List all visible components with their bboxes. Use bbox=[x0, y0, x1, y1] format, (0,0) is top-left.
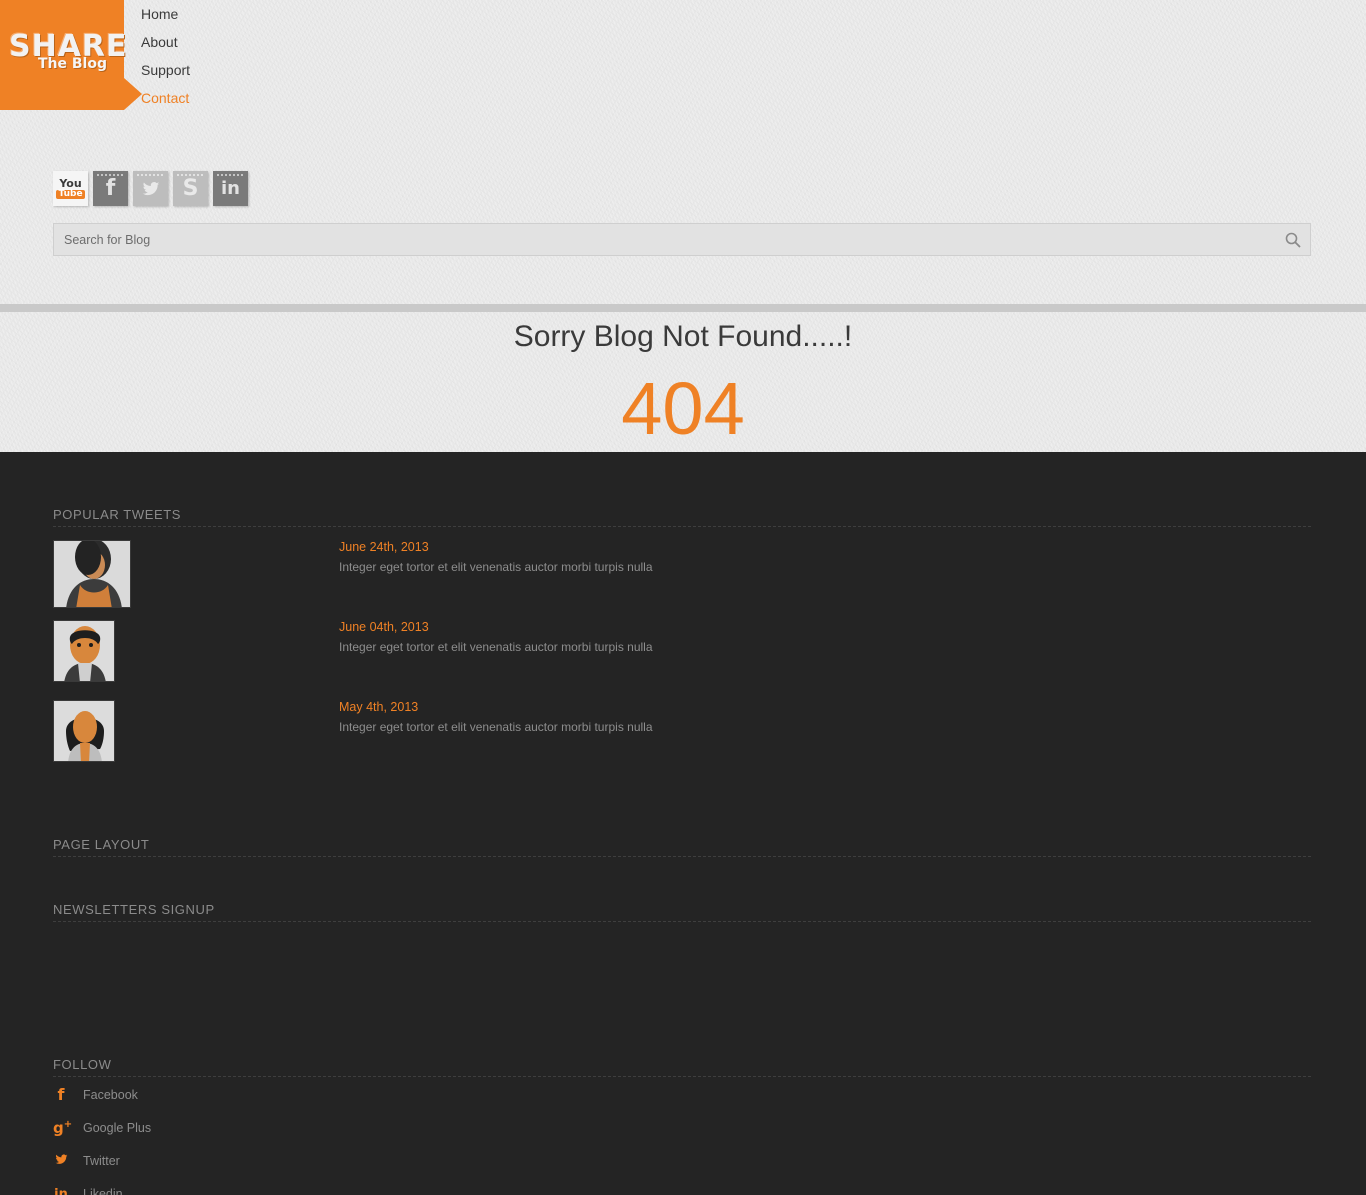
follow-item-google-plus[interactable]: g+ Google Plus bbox=[53, 1117, 151, 1139]
google-plus-icon: g+ bbox=[53, 1119, 73, 1137]
tweet-text: Integer eget tortor et elit venenatis au… bbox=[339, 560, 653, 574]
follow-label: Facebook bbox=[83, 1088, 138, 1102]
follow-rule bbox=[53, 1076, 1311, 1077]
facebook-glyph: f bbox=[105, 175, 116, 201]
perforation-decor bbox=[176, 174, 205, 176]
tweet-date[interactable]: May 4th, 2013 bbox=[339, 700, 653, 714]
tweet-body-2: June 04th, 2013 Integer eget tortor et e… bbox=[339, 620, 653, 654]
page-layout-rule bbox=[53, 856, 1311, 857]
avatar bbox=[53, 620, 115, 682]
twitter-icon[interactable] bbox=[133, 171, 168, 206]
not-found-code: 404 bbox=[621, 367, 745, 450]
site-logo[interactable]: SHARE The Blog bbox=[0, 0, 127, 110]
tweet-row-1: June 24th, 2013 Integer eget tortor et e… bbox=[53, 540, 1311, 608]
newsletter-rule bbox=[53, 921, 1311, 922]
nav-item-support[interactable]: Support bbox=[141, 56, 190, 84]
perforation-decor bbox=[216, 174, 245, 176]
newsletter-heading: NEWSLETTERS SIGNUP bbox=[53, 902, 215, 917]
youtube-icon-tube: Tube bbox=[56, 189, 85, 199]
facebook-icon[interactable]: f bbox=[93, 171, 128, 206]
follow-item-twitter[interactable]: Twitter bbox=[53, 1150, 120, 1172]
social-icon-row: You Tube f S in bbox=[53, 171, 248, 206]
logo-arrow-icon bbox=[124, 78, 142, 110]
avatar bbox=[53, 700, 115, 762]
search-icon[interactable] bbox=[1284, 231, 1302, 249]
logo-subtitle: The Blog bbox=[38, 56, 107, 72]
youtube-icon[interactable]: You Tube bbox=[53, 171, 88, 206]
tweet-date[interactable]: June 04th, 2013 bbox=[339, 620, 653, 634]
tweet-row-2: June 04th, 2013 Integer eget tortor et e… bbox=[53, 620, 1311, 682]
tweet-body-3: May 4th, 2013 Integer eget tortor et eli… bbox=[339, 700, 653, 734]
tweet-row-3: May 4th, 2013 Integer eget tortor et eli… bbox=[53, 700, 1311, 762]
nav-item-contact[interactable]: Contact bbox=[141, 84, 190, 112]
tweet-date[interactable]: June 24th, 2013 bbox=[339, 540, 653, 554]
page-layout-heading: PAGE LAYOUT bbox=[53, 837, 150, 852]
twitter-icon bbox=[53, 1153, 69, 1169]
site-header: SHARE The Blog Home About Support Contac… bbox=[0, 0, 1366, 304]
follow-label: Google Plus bbox=[83, 1121, 152, 1135]
nav-item-home[interactable]: Home bbox=[141, 0, 190, 28]
main-navigation: Home About Support Contact bbox=[141, 0, 190, 112]
popular-tweets-heading: POPULAR TWEETS bbox=[53, 507, 182, 522]
tweet-text: Integer eget tortor et elit venenatis au… bbox=[339, 720, 653, 734]
follow-label: Likedin bbox=[83, 1187, 123, 1195]
facebook-icon: f bbox=[57, 1085, 65, 1104]
search-input[interactable] bbox=[64, 224, 1244, 255]
tweet-text: Integer eget tortor et elit venenatis au… bbox=[339, 640, 653, 654]
linkedin-glyph: in bbox=[221, 177, 240, 199]
follow-label: Twitter bbox=[83, 1154, 120, 1168]
follow-item-facebook[interactable]: f Facebook bbox=[53, 1084, 138, 1106]
youtube-icon-you: You bbox=[59, 177, 82, 190]
follow-heading: FOLLOW bbox=[53, 1057, 112, 1072]
tweet-body-1: June 24th, 2013 Integer eget tortor et e… bbox=[339, 540, 653, 574]
site-footer: POPULAR TWEETS June 24th, 2013 Integer e… bbox=[0, 452, 1366, 1195]
popular-tweets-rule bbox=[53, 526, 1311, 527]
twitter-bird-icon bbox=[142, 181, 159, 195]
not-found-title: Sorry Blog Not Found.....! bbox=[513, 320, 853, 353]
perforation-decor bbox=[136, 174, 165, 176]
header-divider bbox=[0, 304, 1366, 312]
follow-item-linkedin[interactable]: in Likedin bbox=[53, 1183, 123, 1195]
perforation-decor bbox=[96, 174, 125, 176]
search-bar bbox=[53, 223, 1311, 256]
linkedin-icon: in bbox=[54, 1186, 68, 1195]
avatar bbox=[53, 540, 131, 608]
not-found-section: Sorry Blog Not Found.....! 404 bbox=[0, 312, 1366, 452]
nav-item-about[interactable]: About bbox=[141, 28, 190, 56]
skype-icon[interactable]: S bbox=[173, 171, 208, 206]
skype-glyph: S bbox=[182, 175, 199, 201]
linkedin-icon[interactable]: in bbox=[213, 171, 248, 206]
